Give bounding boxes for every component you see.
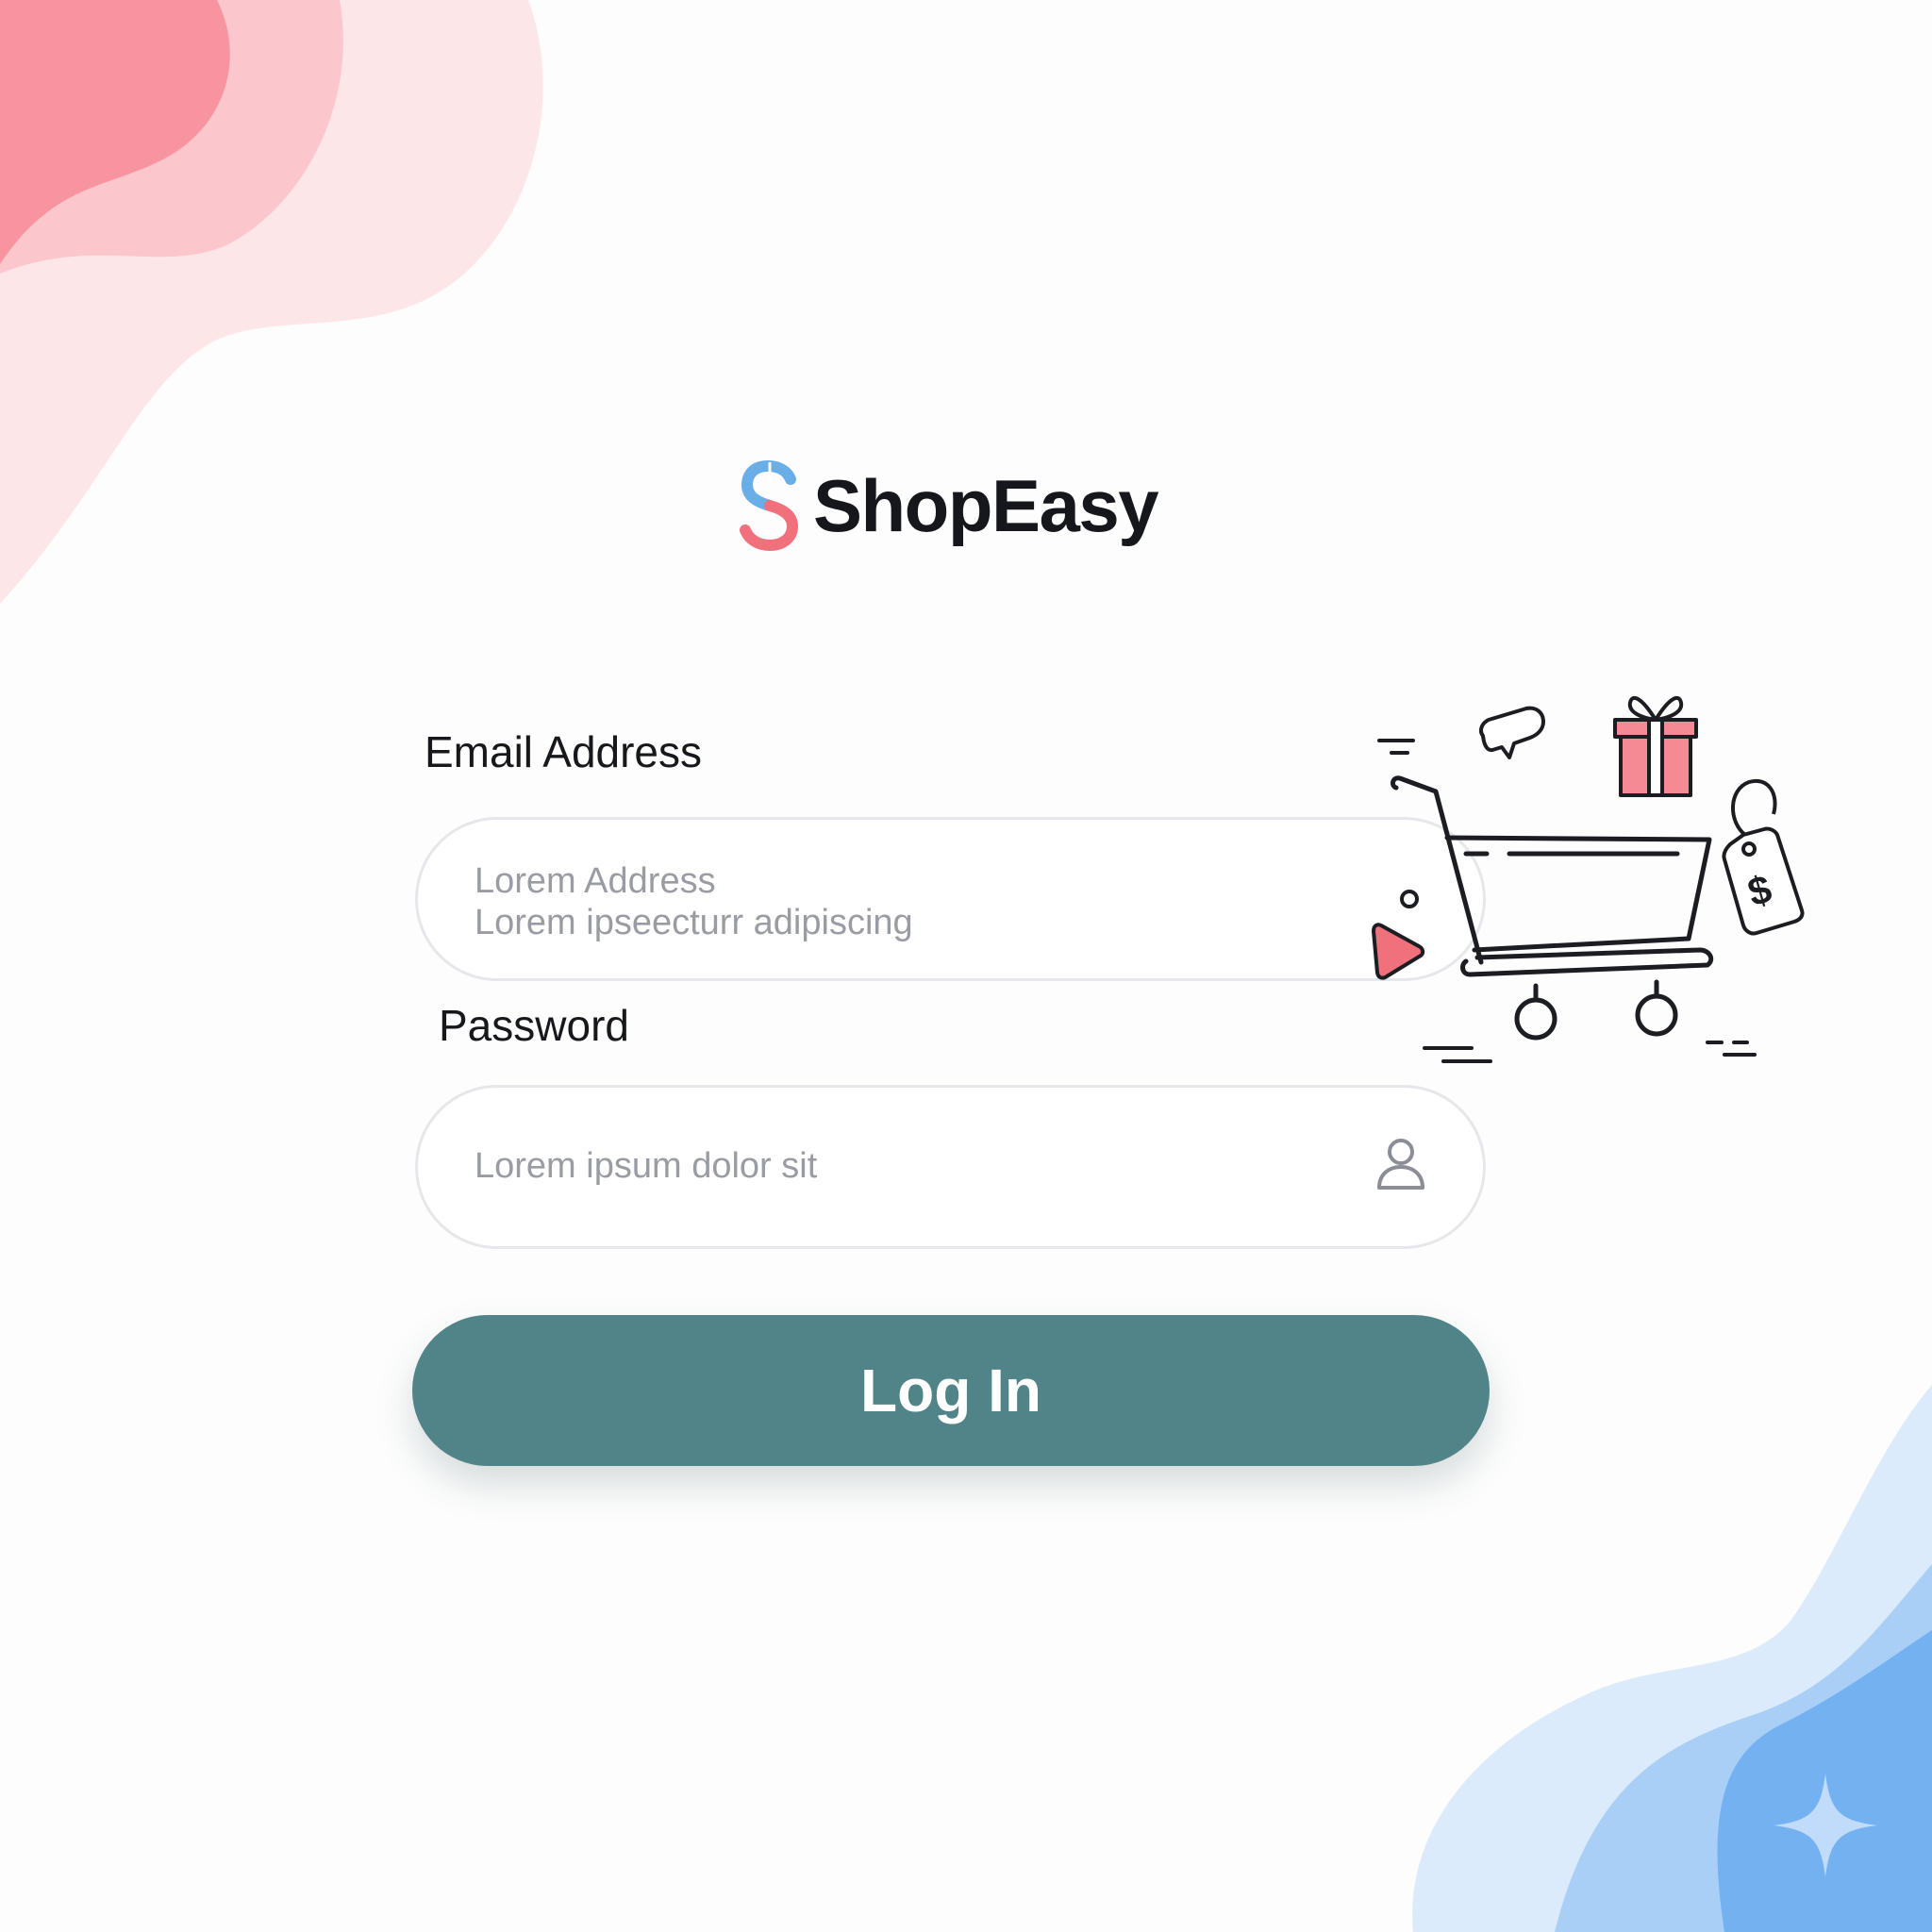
email-label: Email Address <box>425 727 703 776</box>
password-label: Password <box>439 1001 629 1050</box>
s-logo-icon <box>740 460 799 551</box>
password-placeholder: Lorem ipsum dolor sit <box>475 1146 818 1186</box>
sparkle-icon <box>1774 1774 1877 1877</box>
password-field[interactable]: Lorem ipsum dolor sit <box>415 1085 1486 1249</box>
play-icon <box>1372 890 1425 980</box>
brand-logo: ShopEasy <box>736 460 1159 551</box>
pink-background-blob <box>0 0 543 604</box>
email-field[interactable]: Lorem Address Lorem ipseecturr adipiscin… <box>415 817 1486 981</box>
gift-icon <box>1613 695 1698 797</box>
email-placeholder-line2: Lorem ipseecturr adipiscing <box>475 903 913 942</box>
shopping-cart-icon <box>1391 775 1714 1041</box>
price-tag-icon: $ <box>1722 778 1805 936</box>
brand-name: ShopEasy <box>813 463 1159 547</box>
shopping-illustration: $ <box>1372 695 1805 1063</box>
email-placeholder-line1: Lorem Address <box>475 861 716 901</box>
login-button[interactable]: Log In <box>412 1315 1490 1466</box>
user-icon <box>1377 1139 1424 1190</box>
speech-bubble-icon <box>1479 706 1545 759</box>
